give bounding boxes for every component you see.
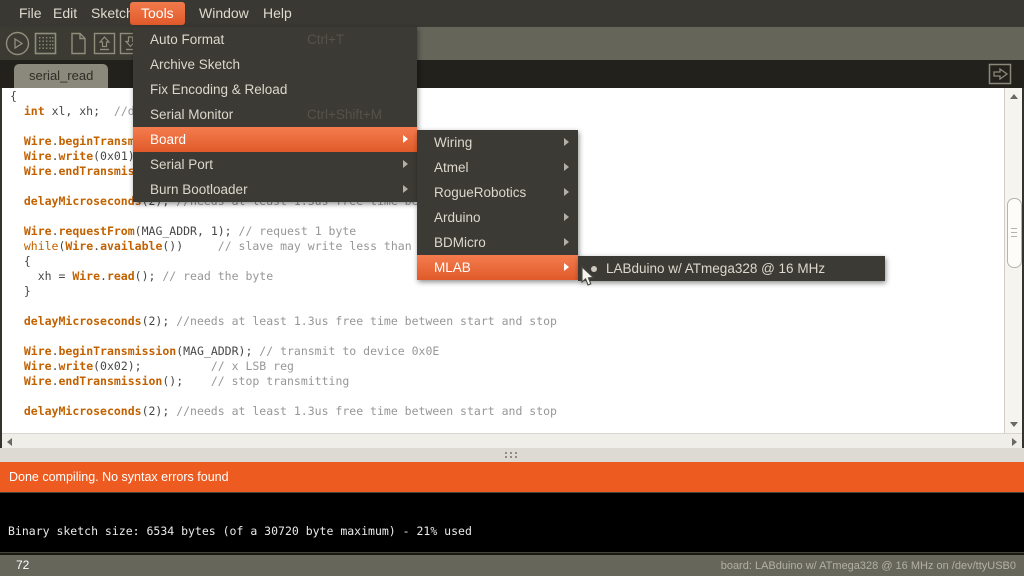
menu-item-label: MLAB	[434, 260, 471, 275]
status-message-bar: Done compiling. No syntax errors found	[0, 462, 1024, 492]
console-text: Binary sketch size: 6534 bytes (of a 307…	[8, 524, 472, 538]
open-sketch-icon[interactable]	[92, 31, 117, 56]
menu-item-label: Archive Sketch	[150, 57, 240, 72]
code-line: Wire.beginTransmission(MAG_ADDR); // tra…	[10, 344, 557, 359]
menu-item-burn-bootloader[interactable]: Burn Bootloader	[133, 177, 417, 202]
code-line: delayMicroseconds(2); //needs at least 1…	[10, 404, 557, 419]
menu-item-arduino[interactable]: Arduino	[417, 205, 578, 230]
code-line: delayMicroseconds(2); //needs at least 1…	[10, 314, 557, 329]
menu-item-label: Fix Encoding & Reload	[150, 82, 287, 97]
menu-item-label: Board	[150, 132, 186, 147]
code-line	[10, 389, 557, 404]
tools-menu: Auto Format Ctrl+T Archive Sketch Fix Encod…	[133, 27, 417, 202]
submenu-arrow-icon	[564, 263, 569, 271]
pane-splitter[interactable]	[0, 448, 1024, 462]
toolbar-button-area	[0, 27, 146, 60]
menu-item-archive-sketch[interactable]: Archive Sketch	[133, 52, 417, 77]
menu-item-label: Atmel	[434, 160, 469, 175]
menu-item-label: Serial Monitor	[150, 107, 233, 122]
scroll-left-arrow-icon[interactable]	[7, 438, 12, 446]
menubar: FileEditSketchToolsWindowHelp	[0, 0, 1024, 27]
menu-item-label: Serial Port	[150, 157, 213, 172]
scroll-down-arrow-icon[interactable]	[1010, 422, 1018, 427]
submenu-arrow-icon	[564, 138, 569, 146]
board-port-indicator: board: LABduino w/ ATmega328 @ 16 MHz on…	[721, 560, 1016, 572]
menu-item-serial-port[interactable]: Serial Port	[133, 152, 417, 177]
menubar-item-window[interactable]: Window	[188, 0, 260, 27]
menu-item-serial-monitor[interactable]: Serial Monitor Ctrl+Shift+M	[133, 102, 417, 127]
menu-item-board[interactable]: Board	[133, 127, 417, 152]
submenu-arrow-icon	[564, 188, 569, 196]
menu-item-label: Wiring	[434, 135, 472, 150]
menu-item-label: Arduino	[434, 210, 481, 225]
menu-item-wiring[interactable]: Wiring	[417, 130, 578, 155]
new-sketch-icon[interactable]	[66, 31, 91, 56]
verify-icon[interactable]	[5, 31, 30, 56]
footer-status-bar: 72 board: LABduino w/ ATmega328 @ 16 MHz…	[0, 553, 1024, 576]
mlab-submenu: LABduino w/ ATmega328 @ 16 MHz	[578, 256, 885, 281]
submenu-arrow-icon	[564, 238, 569, 246]
menu-item-label: Burn Bootloader	[150, 182, 248, 197]
editor-horizontal-scrollbar[interactable]	[2, 433, 1022, 448]
console-output: Binary sketch size: 6534 bytes (of a 307…	[0, 492, 1024, 553]
line-number-indicator: 72	[16, 558, 29, 572]
menu-item-label: BDMicro	[434, 235, 486, 250]
menu-item-shortcut: Ctrl+Shift+M	[307, 102, 382, 127]
code-line	[10, 329, 557, 344]
submenu-arrow-icon	[403, 185, 408, 193]
submenu-arrow-icon	[564, 163, 569, 171]
window-left-edge	[0, 88, 2, 462]
tab-serial-read[interactable]: serial_read	[14, 64, 108, 88]
board-submenu: Wiring Atmel RogueRobotics Arduino BDMicro ML…	[417, 130, 578, 280]
menu-item-label: LABduino w/ ATmega328 @ 16 MHz	[606, 261, 825, 276]
mouse-cursor-icon	[580, 266, 596, 288]
menu-item-fix-encoding-reload[interactable]: Fix Encoding & Reload	[133, 77, 417, 102]
menubar-item-tools[interactable]: Tools	[130, 2, 185, 25]
menu-item-roguerobotics[interactable]: RogueRobotics	[417, 180, 578, 205]
menu-item-mlab[interactable]: MLAB	[417, 255, 578, 280]
code-line: }	[10, 284, 557, 299]
stop-icon[interactable]	[33, 31, 58, 56]
menubar-item-help[interactable]: Help	[252, 0, 303, 27]
scroll-up-arrow-icon[interactable]	[1010, 94, 1018, 99]
tab-menu-arrow-icon[interactable]	[988, 63, 1012, 85]
submenu-arrow-icon	[564, 213, 569, 221]
menu-item-auto-format[interactable]: Auto Format Ctrl+T	[133, 27, 417, 52]
code-line	[10, 299, 557, 314]
menu-item-bdmicro[interactable]: BDMicro	[417, 230, 578, 255]
code-line: Wire.endTransmission(); // stop transmit…	[10, 374, 557, 389]
scroll-right-arrow-icon[interactable]	[1012, 438, 1017, 446]
editor-vertical-scrollbar[interactable]	[1004, 88, 1022, 433]
menu-item-label: RogueRobotics	[434, 185, 526, 200]
menu-item-labduino-w-atmega328-16-mhz[interactable]: LABduino w/ ATmega328 @ 16 MHz	[578, 256, 885, 281]
menu-item-shortcut: Ctrl+T	[307, 27, 344, 52]
code-line: Wire.write(0x02); // x LSB reg	[10, 359, 557, 374]
menu-item-label: Auto Format	[150, 32, 224, 47]
submenu-arrow-icon	[403, 160, 408, 168]
menu-item-atmel[interactable]: Atmel	[417, 155, 578, 180]
submenu-arrow-icon	[403, 135, 408, 143]
scrollbar-thumb[interactable]	[1007, 198, 1022, 268]
